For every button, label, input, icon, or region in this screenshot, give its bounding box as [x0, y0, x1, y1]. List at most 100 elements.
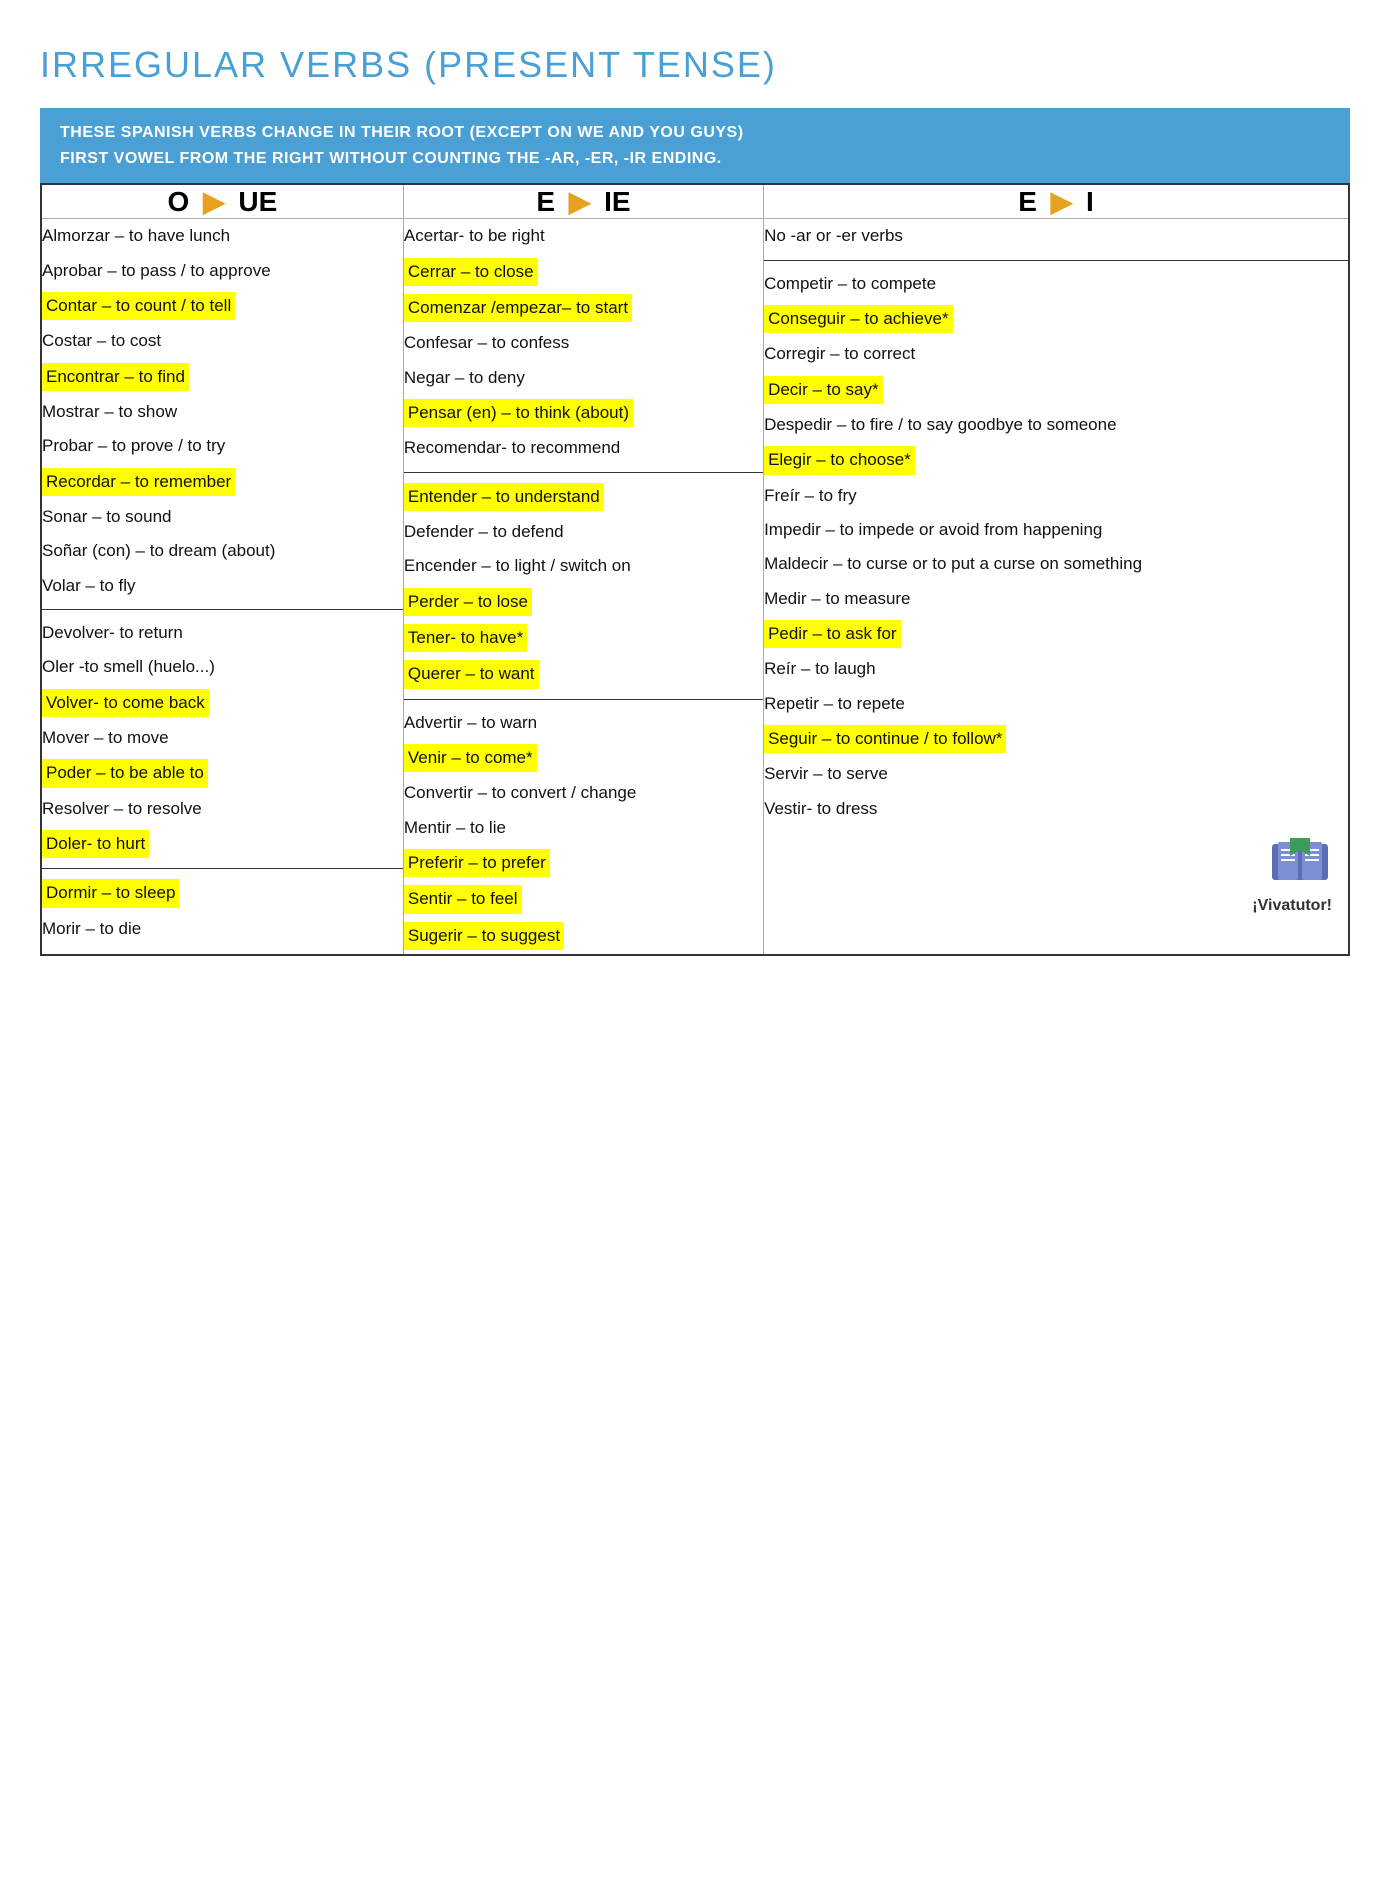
verb-text: Volar – to fly [42, 571, 136, 600]
verb-text: Oler -to smell (huelo...) [42, 652, 215, 681]
list-item: Tener- to have* [404, 620, 763, 656]
verb-text: Servir – to serve [764, 759, 888, 788]
list-item: Mover – to move [42, 721, 403, 755]
highlighted-verb: Preferir – to prefer [404, 849, 550, 877]
list-item: Reír – to laugh [764, 652, 1348, 686]
highlighted-verb: Contar – to count / to tell [42, 292, 235, 320]
list-item: Pedir – to ask for [764, 616, 1348, 652]
verb-text: Costar – to cost [42, 326, 161, 355]
divider [42, 868, 403, 869]
verb-text: No -ar or -er verbs [764, 221, 903, 250]
col2-content: Acertar- to be right Cerrar – to close Com… [403, 219, 763, 955]
list-item: Oler -to smell (huelo...) [42, 650, 403, 684]
highlighted-verb: Perder – to lose [404, 588, 532, 616]
highlighted-verb: Volver- to come back [42, 689, 209, 717]
list-item: Entender – to understand [404, 479, 763, 515]
verb-text: Freír – to fry [764, 481, 857, 510]
info-line2: FIRST VOWEL FROM THE RIGHT WITHOUT COUNT… [60, 146, 1330, 172]
arrow2: ▶ [569, 185, 591, 218]
list-item: Querer – to want [404, 656, 763, 692]
verb-text: Encender – to light / switch on [404, 551, 631, 580]
list-item: Volar – to fly [42, 569, 403, 603]
list-item: Volver- to come back [42, 685, 403, 721]
verb-text: Morir – to die [42, 914, 141, 943]
verb-text: Vestir- to dress [764, 794, 877, 823]
list-item: Defender – to defend [404, 515, 763, 549]
divider [404, 472, 763, 473]
list-item: Recomendar- to recommend [404, 431, 763, 465]
highlighted-verb: Dormir – to sleep [42, 879, 179, 907]
list-item: Vestir- to dress [764, 792, 1348, 826]
list-item: Poder – to be able to [42, 755, 403, 791]
info-line1: THESE SPANISH VERBS CHANGE IN THEIR ROOT… [60, 120, 1330, 146]
list-item: Morir – to die [42, 912, 403, 946]
col3-header: E ▶ I [764, 184, 1349, 219]
verb-text: Mover – to move [42, 723, 169, 752]
verb-text: Impedir – to impede or avoid from happen… [764, 515, 1102, 544]
verb-text: Devolver- to return [42, 618, 183, 647]
list-item: No -ar or -er verbs [764, 219, 1348, 253]
list-item: Sugerir – to suggest [404, 918, 763, 954]
list-item: Sentir – to feel [404, 881, 763, 917]
highlighted-verb: Querer – to want [404, 660, 539, 688]
highlighted-verb: Venir – to come* [404, 744, 537, 772]
title-main: IRREGULAR VERBS [40, 44, 412, 85]
highlighted-verb: Comenzar /empezar– to start [404, 294, 632, 322]
highlighted-verb: Poder – to be able to [42, 759, 208, 787]
verb-text: Mentir – to lie [404, 813, 506, 842]
divider [42, 609, 403, 610]
list-item: Venir – to come* [404, 740, 763, 776]
book-icon [1268, 836, 1332, 888]
list-item: Resolver – to resolve [42, 792, 403, 826]
title-sub: (PRESENT TENSE) [412, 44, 777, 85]
list-item: Preferir – to prefer [404, 845, 763, 881]
list-item: Perder – to lose [404, 584, 763, 620]
highlighted-verb: Pedir – to ask for [764, 620, 901, 648]
vivatutor-logo: ¡Vivatutor! [764, 826, 1348, 929]
verb-text: Sonar – to sound [42, 502, 171, 531]
verb-text: Resolver – to resolve [42, 794, 202, 823]
list-item: Acertar- to be right [404, 219, 763, 253]
col2-header: E ▶ IE [403, 184, 763, 219]
list-item: Competir – to compete [764, 267, 1348, 301]
verb-text: Defender – to defend [404, 517, 564, 546]
list-item: Elegir – to choose* [764, 442, 1348, 478]
verb-text: Confesar – to confess [404, 328, 569, 357]
list-item: Doler- to hurt [42, 826, 403, 862]
highlighted-verb: Recordar – to remember [42, 468, 235, 496]
list-item: Cerrar – to close [404, 254, 763, 290]
vivatutor-label: ¡Vivatutor! [764, 897, 1332, 915]
list-item: Devolver- to return [42, 616, 403, 650]
list-item: Impedir – to impede or avoid from happen… [764, 513, 1348, 547]
highlighted-verb: Elegir – to choose* [764, 446, 915, 474]
list-item: Mostrar – to show [42, 395, 403, 429]
highlighted-verb: Tener- to have* [404, 624, 527, 652]
verb-text: Maldecir – to curse or to put a curse on… [764, 549, 1142, 578]
highlighted-verb: Seguir – to continue / to follow* [764, 725, 1006, 753]
list-item: Almorzar – to have lunch [42, 219, 403, 253]
verb-text: Repetir – to repete [764, 689, 905, 718]
divider [764, 260, 1348, 261]
highlighted-verb: Cerrar – to close [404, 258, 538, 286]
list-item: Contar – to count / to tell [42, 288, 403, 324]
col1-header: O ▶ UE [41, 184, 403, 219]
highlighted-verb: Entender – to understand [404, 483, 604, 511]
highlighted-verb: Sugerir – to suggest [404, 922, 564, 950]
verb-text: Soñar (con) – to dream (about) [42, 536, 275, 565]
list-item: Despedir – to fire / to say goodbye to s… [764, 408, 1348, 442]
verb-text: Despedir – to fire / to say goodbye to s… [764, 410, 1116, 439]
main-table: O ▶ UE E ▶ IE E ▶ I Almorzar – to have l… [40, 183, 1350, 956]
verb-text: Medir – to measure [764, 584, 910, 613]
list-item: Advertir – to warn [404, 706, 763, 740]
col1-content: Almorzar – to have lunchAprobar – to pas… [41, 219, 403, 955]
list-item: Mentir – to lie [404, 811, 763, 845]
list-item: Convertir – to convert / change [404, 776, 763, 810]
verb-text: Competir – to compete [764, 269, 936, 298]
list-item: Sonar – to sound [42, 500, 403, 534]
list-item: Costar – to cost [42, 324, 403, 358]
info-box: THESE SPANISH VERBS CHANGE IN THEIR ROOT… [40, 108, 1350, 183]
list-item: Maldecir – to curse or to put a curse on… [764, 547, 1348, 581]
list-item: Probar – to prove / to try [42, 429, 403, 463]
arrow1: ▶ [203, 185, 225, 218]
list-item: Pensar (en) – to think (about) [404, 395, 763, 431]
